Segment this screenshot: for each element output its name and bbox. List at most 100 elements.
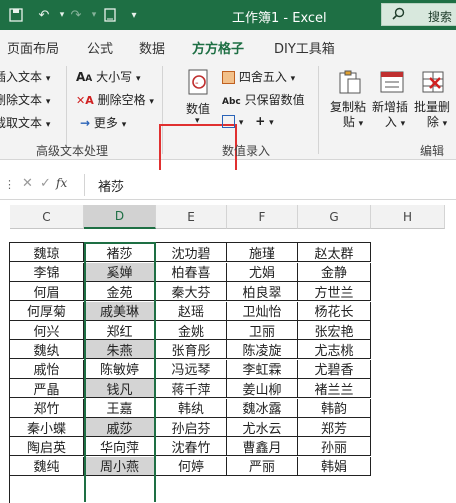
cell-f12[interactable]: 曹鑫月 bbox=[227, 437, 298, 457]
spreadsheet-grid[interactable]: C D E F G H 魏琼 褚莎 沈功碧 施瑾 赵太群 李锦 奚婵 柏春喜 尤娟 金静 何眉 金苑 秦大芬 柏良翠方… bbox=[0, 205, 456, 503]
round-button[interactable]: 四舍五入 ▾ bbox=[222, 68, 295, 85]
cell-h12[interactable] bbox=[371, 437, 445, 456]
cell-c1[interactable] bbox=[10, 224, 84, 243]
cell-g6[interactable]: 张宏艳 bbox=[298, 321, 371, 340]
cell-g8[interactable]: 尤碧香 bbox=[298, 359, 371, 379]
cell-c5[interactable]: 何厚菊 bbox=[10, 301, 84, 321]
cell-e5[interactable]: 赵瑶 bbox=[156, 301, 227, 321]
tab-fangfang[interactable]: 方方格子 bbox=[192, 38, 245, 63]
insert-function-icon[interactable]: fx bbox=[56, 176, 67, 190]
cell-f6[interactable]: 卫丽 bbox=[227, 321, 298, 340]
cell-e4[interactable]: 秦大芬 bbox=[156, 282, 227, 302]
insert-text-button[interactable]: 插入文本 ▾ bbox=[0, 68, 50, 85]
cell-f13[interactable]: 严丽 bbox=[227, 456, 298, 476]
extract-text-button[interactable]: 截取文本 ▾ bbox=[0, 114, 50, 131]
cell-f8[interactable]: 李虹霖 bbox=[227, 359, 298, 379]
cell-g5[interactable]: 杨花长 bbox=[298, 301, 371, 321]
enter-icon[interactable]: ✓ bbox=[40, 176, 51, 191]
cell-e9[interactable]: 蒋千萍 bbox=[156, 379, 227, 399]
cell-c2[interactable]: 魏琼 bbox=[10, 243, 84, 263]
cell-c10[interactable]: 郑竹 bbox=[10, 398, 84, 418]
cell-f2[interactable]: 施瑾 bbox=[227, 243, 298, 263]
chevron-down-icon[interactable]: ▾ bbox=[195, 116, 200, 126]
cell-g7[interactable]: 尤志桃 bbox=[298, 340, 371, 360]
case-button[interactable]: AA 大小写 ▾ bbox=[76, 68, 140, 85]
save-icon[interactable] bbox=[6, 5, 26, 25]
cell-e7[interactable]: 张育彤 bbox=[156, 340, 227, 360]
cell-g12[interactable]: 孙丽 bbox=[298, 437, 371, 457]
cell-d1[interactable] bbox=[84, 224, 156, 243]
name-box-dropdown-icon[interactable]: ⋮ bbox=[4, 178, 15, 191]
cell-c9[interactable]: 严晶 bbox=[10, 379, 84, 399]
cell-h11[interactable] bbox=[371, 418, 445, 437]
tab-page-layout[interactable]: 页面布局 bbox=[7, 38, 59, 57]
cell-c13[interactable]: 魏纯 bbox=[10, 456, 84, 476]
cell-f1[interactable] bbox=[227, 224, 298, 243]
cell-c6[interactable]: 何兴 bbox=[10, 321, 84, 340]
batch-delete-button[interactable]: 批量删 除 ▾ bbox=[414, 100, 450, 132]
cell-f3[interactable]: 尤娟 bbox=[227, 262, 298, 282]
cell-c11[interactable]: 秦小蝶 bbox=[10, 418, 84, 437]
cell-e8[interactable]: 冯远琴 bbox=[156, 359, 227, 379]
cell-e6[interactable]: 金姚 bbox=[156, 321, 227, 340]
chevron-down-icon: ▾ bbox=[45, 120, 51, 130]
cell-h13[interactable] bbox=[371, 457, 445, 476]
cell-h10[interactable] bbox=[371, 399, 445, 418]
add-insert-button[interactable]: 新增插 入 ▾ bbox=[372, 100, 408, 132]
cell-g11[interactable]: 郑芳 bbox=[298, 418, 371, 437]
tab-diy-toolbox[interactable]: DIY工具箱 bbox=[274, 38, 335, 57]
cell-g4[interactable]: 方世兰 bbox=[298, 282, 371, 302]
cell-c4[interactable]: 何眉 bbox=[10, 282, 84, 302]
cell-h1[interactable] bbox=[371, 224, 445, 243]
tab-formulas[interactable]: 公式 bbox=[87, 38, 113, 57]
value-button[interactable]: 数值 bbox=[186, 100, 210, 117]
cell-e11[interactable]: 孙启芬 bbox=[156, 418, 227, 437]
cell-f5[interactable]: 卫灿怡 bbox=[227, 301, 298, 321]
cell-f4[interactable]: 柏良翠 bbox=[227, 282, 298, 302]
cell-f9[interactable]: 姜山柳 bbox=[227, 379, 298, 399]
cell-e2[interactable]: 沈功碧 bbox=[156, 243, 227, 263]
cell-h5[interactable] bbox=[371, 302, 445, 321]
cancel-icon[interactable]: ✕ bbox=[22, 176, 33, 191]
cell-g13[interactable]: 韩娟 bbox=[298, 456, 371, 476]
cell-h4[interactable] bbox=[371, 282, 445, 301]
cell-g2[interactable]: 赵太群 bbox=[298, 243, 371, 263]
cell-h8[interactable] bbox=[371, 360, 445, 379]
numeric-more-buttons[interactable]: ▾ + ▾ bbox=[222, 114, 274, 128]
cell-g10[interactable]: 韩韵 bbox=[298, 398, 371, 418]
keep-values-button[interactable]: Abc 只保留数值 bbox=[222, 91, 305, 108]
cell-h2[interactable] bbox=[371, 243, 445, 262]
cell-g3[interactable]: 金静 bbox=[298, 262, 371, 282]
cell-c7[interactable]: 魏纨 bbox=[10, 340, 84, 360]
delete-text-button[interactable]: 删除文本 ▾ bbox=[0, 91, 50, 108]
cell-e1[interactable] bbox=[156, 224, 227, 243]
cell-g1[interactable] bbox=[298, 224, 371, 243]
delete-space-button[interactable]: ✕A 删除空格 ▾ bbox=[76, 91, 154, 108]
cell-h7[interactable] bbox=[371, 340, 445, 359]
tab-data[interactable]: 数据 bbox=[139, 38, 165, 57]
touch-mode-icon[interactable] bbox=[100, 5, 120, 25]
cell-e13[interactable]: 何婷 bbox=[156, 456, 227, 476]
cell-c8[interactable]: 戚怡 bbox=[10, 359, 84, 379]
copy-paste-button[interactable]: 复制粘 贴 ▾ bbox=[330, 100, 366, 132]
cell-e12[interactable]: 沈春竹 bbox=[156, 437, 227, 457]
more-button[interactable]: → 更多 ▾ bbox=[80, 114, 126, 131]
cell-f7[interactable]: 陈凌旋 bbox=[227, 340, 298, 360]
redo-icon[interactable]: ↷ bbox=[66, 5, 86, 25]
cell-c12[interactable]: 陶启英 bbox=[10, 437, 84, 457]
undo-icon[interactable]: ↶ bbox=[34, 5, 54, 25]
cell-e10[interactable]: 韩纨 bbox=[156, 398, 227, 418]
formula-input[interactable]: 褚莎 bbox=[98, 176, 124, 195]
cell-h6[interactable] bbox=[371, 321, 445, 340]
cell-f11[interactable]: 尤水云 bbox=[227, 418, 298, 437]
cell-f10[interactable]: 魏冰露 bbox=[227, 398, 298, 418]
cell-h9[interactable] bbox=[371, 379, 445, 398]
search-box[interactable]: 搜索 bbox=[381, 3, 456, 26]
copy-paste-icon bbox=[336, 68, 364, 96]
cell-c3[interactable]: 李锦 bbox=[10, 262, 84, 282]
cell-g9[interactable]: 褚兰兰 bbox=[298, 379, 371, 399]
customize-qat-icon[interactable]: ▾ bbox=[124, 5, 144, 25]
cell-h3[interactable] bbox=[371, 263, 445, 282]
cell-e3[interactable]: 柏春喜 bbox=[156, 262, 227, 282]
plus-icon[interactable]: + bbox=[255, 114, 265, 128]
